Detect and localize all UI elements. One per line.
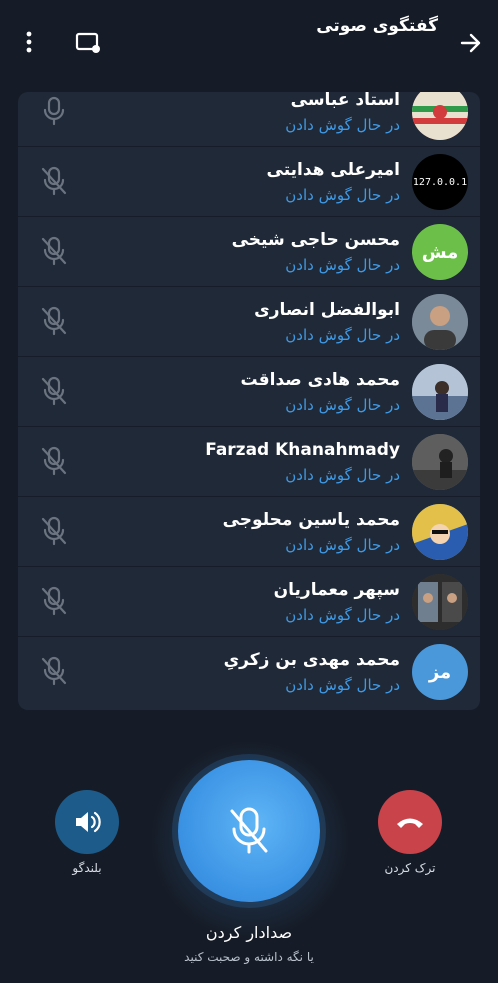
avatar-initials: مز	[428, 661, 452, 683]
avatar: مش	[412, 224, 468, 280]
avatar	[412, 92, 468, 140]
list-item[interactable]: مز محمد مهدی بن زکریِ در حال گوش دادن	[18, 636, 480, 706]
microphone-muted-icon	[40, 446, 68, 476]
participant-status: در حال گوش دادن	[285, 606, 400, 624]
microphone-muted-icon	[40, 376, 68, 406]
list-item[interactable]: محمد هادی صداقت در حال گوش دادن	[18, 356, 480, 427]
list-item[interactable]: استاد عباسی در حال گوش دادن	[18, 92, 480, 147]
speaker-button[interactable]	[55, 790, 119, 854]
participant-name: محمد مهدی بن زکریِ	[223, 650, 400, 670]
screen-share-icon[interactable]	[74, 30, 102, 56]
back-arrow-icon[interactable]	[458, 30, 484, 56]
participant-status: در حال گوش دادن	[285, 256, 400, 274]
hang-up-icon	[397, 818, 423, 828]
call-controls: بلندگو ترک کردن صدادار کردن یا نگه داشته…	[0, 730, 498, 983]
participant-status: در حال گوش دادن	[285, 116, 400, 134]
list-item[interactable]: 127.0.0.1 امیرعلی هدایتی در حال گوش دادن	[18, 146, 480, 217]
participant-name: استاد عباسی	[290, 92, 400, 110]
avatar: مز	[412, 644, 468, 700]
top-bar: گفتگوی صوتی	[0, 0, 498, 80]
avatar	[412, 364, 468, 420]
page-title: گفتگوی صوتی	[316, 16, 438, 36]
avatar	[412, 574, 468, 630]
list-item[interactable]: Farzad Khanahmady در حال گوش دادن	[18, 426, 480, 497]
participant-status: در حال گوش دادن	[285, 466, 400, 484]
participant-status: در حال گوش دادن	[285, 396, 400, 414]
hold-to-talk-hint: یا نگه داشته و صحبت کنید	[184, 950, 314, 964]
avatar: 127.0.0.1	[412, 154, 468, 210]
microphone-muted-icon	[40, 516, 68, 546]
avatar-text: 127.0.0.1	[412, 176, 468, 188]
list-item[interactable]: مش محسن حاجی شیخی در حال گوش دادن	[18, 216, 480, 287]
participant-name: Farzad Khanahmady	[205, 440, 400, 460]
microphone-muted-icon	[40, 586, 68, 616]
participant-name: محمد هادی صداقت	[240, 370, 400, 390]
speaker-label: بلندگو	[72, 861, 102, 875]
participant-name: ابوالفضل انصاری	[254, 300, 400, 320]
unmute-label: صدادار کردن	[205, 923, 293, 942]
leave-label: ترک کردن	[384, 861, 436, 875]
participant-status: در حال گوش دادن	[285, 676, 400, 694]
microphone-muted-icon	[230, 807, 268, 854]
participant-name: محمد یاسین محلوجی	[222, 510, 400, 530]
participant-name: سپهر معماریان	[273, 580, 400, 600]
participant-status: در حال گوش دادن	[285, 536, 400, 554]
microphone-icon	[40, 96, 68, 126]
participants-list: استاد عباسی در حال گوش دادن 127.0.0.1 ام…	[18, 92, 480, 710]
microphone-muted-icon	[40, 306, 68, 336]
participant-name: محسن حاجی شیخی	[231, 230, 400, 250]
microphone-muted-icon	[40, 656, 68, 686]
microphone-muted-icon	[40, 236, 68, 266]
more-options-icon[interactable]	[18, 28, 40, 56]
participant-name: امیرعلی هدایتی	[266, 160, 401, 180]
leave-call-button[interactable]	[378, 790, 442, 854]
microphone-muted-icon	[40, 166, 68, 196]
unmute-button[interactable]	[178, 760, 320, 902]
avatar	[412, 294, 468, 350]
list-item[interactable]: محمد یاسین محلوجی در حال گوش دادن	[18, 496, 480, 567]
avatar	[412, 434, 468, 490]
list-item[interactable]: ابوالفضل انصاری در حال گوش دادن	[18, 286, 480, 357]
avatar	[412, 504, 468, 560]
participant-status: در حال گوش دادن	[285, 186, 400, 204]
list-item[interactable]: سپهر معماریان در حال گوش دادن	[18, 566, 480, 637]
participant-status: در حال گوش دادن	[285, 326, 400, 344]
speaker-icon	[76, 811, 101, 833]
avatar-initials: مش	[421, 241, 459, 263]
